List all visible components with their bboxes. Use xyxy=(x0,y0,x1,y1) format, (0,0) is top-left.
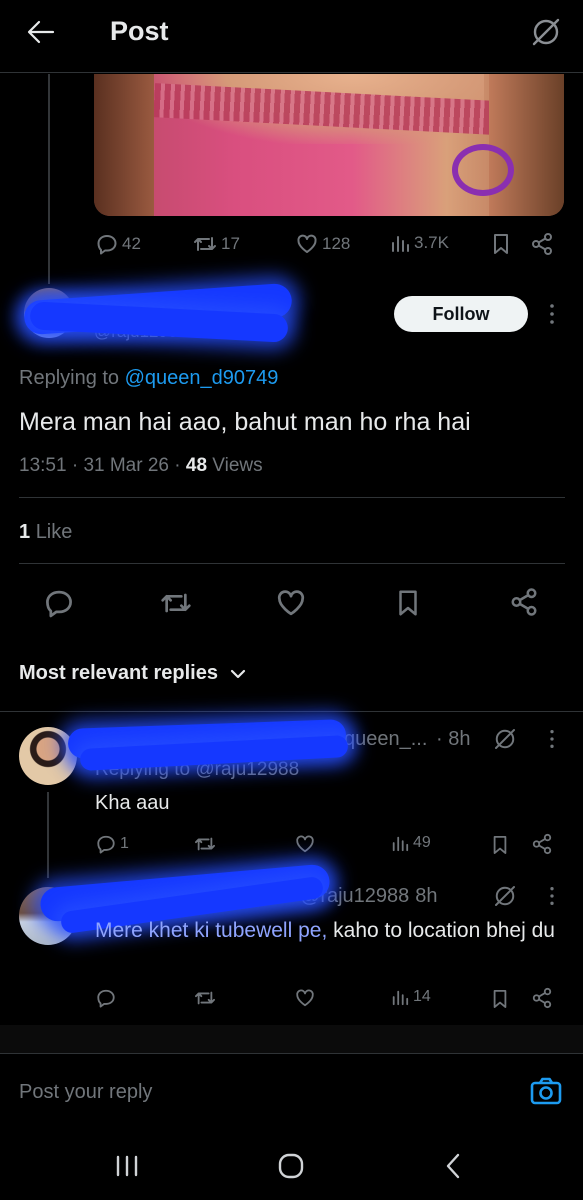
bookmark-button[interactable] xyxy=(395,588,421,618)
view-count[interactable]: 49 xyxy=(391,834,431,852)
grok-icon[interactable] xyxy=(530,16,562,48)
back-icon[interactable] xyxy=(444,1152,462,1180)
camera-icon[interactable] xyxy=(530,1076,562,1106)
divider xyxy=(19,497,565,498)
reply-text: Kha aau xyxy=(95,792,170,814)
share-icon[interactable] xyxy=(531,987,553,1009)
analytics-icon xyxy=(392,236,409,252)
reply-count[interactable]: 1 xyxy=(96,834,129,854)
reply-handle[interactable]: queen_... xyxy=(344,728,427,751)
follow-button[interactable]: Follow xyxy=(394,296,528,332)
replies-sort-dropdown[interactable]: Most relevant replies xyxy=(19,662,246,685)
bookmark-icon[interactable] xyxy=(491,834,509,856)
like-button[interactable] xyxy=(276,588,306,618)
heart-icon[interactable] xyxy=(295,834,315,854)
view-count[interactable]: 14 xyxy=(391,988,431,1006)
system-nav-bar xyxy=(0,1130,583,1200)
reply-icon[interactable] xyxy=(96,988,116,1008)
reply-count[interactable]: 42 xyxy=(96,233,141,255)
share-icon[interactable] xyxy=(530,232,554,256)
mention-link[interactable]: @queen_d90749 xyxy=(125,367,279,389)
analytics-icon xyxy=(392,990,409,1006)
post-timestamp: 13:51 · 31 Mar 26 · 48 Views xyxy=(19,455,263,476)
heart-icon[interactable] xyxy=(295,988,315,1008)
reply-button[interactable] xyxy=(44,588,74,618)
more-options-icon[interactable] xyxy=(546,302,558,326)
reply-time: · 8h xyxy=(436,728,471,750)
repost-icon[interactable] xyxy=(193,988,217,1008)
likes-summary[interactable]: 1 Like xyxy=(19,521,72,544)
reply-icon xyxy=(97,835,115,854)
repost-button[interactable] xyxy=(160,588,192,618)
reply-input[interactable]: Post your reply xyxy=(19,1081,152,1104)
thread-line xyxy=(47,792,49,878)
more-options-icon[interactable] xyxy=(546,885,558,907)
reply-text: Mere khet ki tubewell pe, kaho to locati… xyxy=(95,919,555,942)
post-media-image[interactable] xyxy=(94,74,564,216)
share-icon[interactable] xyxy=(531,833,553,855)
header: Post xyxy=(0,0,583,72)
repost-count[interactable]: 17 xyxy=(193,233,240,255)
heart-icon xyxy=(297,234,317,253)
grok-icon[interactable] xyxy=(493,884,517,908)
repost-icon[interactable] xyxy=(193,834,217,854)
bookmark-icon[interactable] xyxy=(491,988,509,1010)
page-title: Post xyxy=(110,16,169,46)
avatar[interactable] xyxy=(19,727,77,785)
more-options-icon[interactable] xyxy=(546,728,558,750)
analytics-icon xyxy=(392,836,409,852)
reply-composer[interactable]: Post your reply xyxy=(0,1054,583,1130)
post-text: Mera man hai aao, bahut man ho rha hai xyxy=(19,408,471,436)
reply-icon xyxy=(97,235,117,255)
recents-icon[interactable] xyxy=(115,1155,139,1177)
section-gap xyxy=(0,1025,583,1053)
grok-icon[interactable] xyxy=(493,727,517,751)
share-button[interactable] xyxy=(509,587,539,617)
thread-line xyxy=(48,74,50,284)
home-icon[interactable] xyxy=(277,1153,305,1179)
divider xyxy=(19,563,565,564)
reply-time: · 8h xyxy=(403,885,438,907)
back-arrow-icon[interactable] xyxy=(26,18,56,46)
chevron-down-icon xyxy=(230,669,246,678)
like-count[interactable]: 128 xyxy=(296,233,350,255)
repost-icon xyxy=(194,237,216,251)
view-count[interactable]: 3.7K xyxy=(390,233,449,253)
bookmark-icon[interactable] xyxy=(491,232,511,256)
replying-to: Replying to @queen_d90749 xyxy=(19,367,279,389)
